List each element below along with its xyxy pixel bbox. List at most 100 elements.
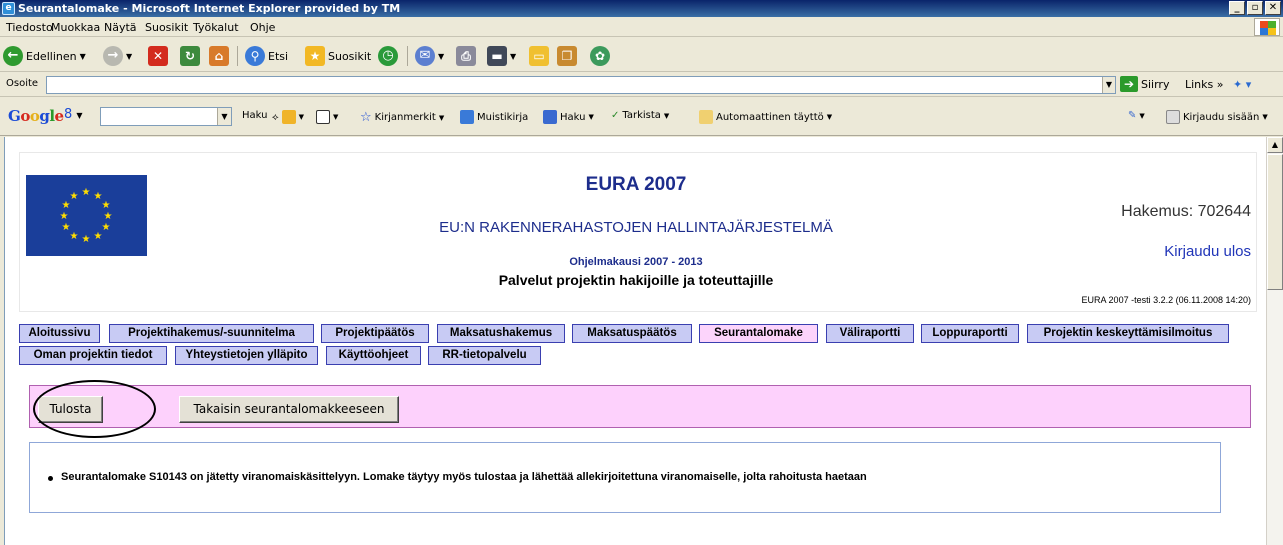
chevron-down-icon: ▼ <box>826 113 833 121</box>
favorites-button[interactable]: ★ Suosikit <box>305 45 371 67</box>
logout-link[interactable]: Kirjaudu ulos <box>1005 243 1251 260</box>
chevron-down-icon: ▼ <box>663 111 670 120</box>
search-tool-button[interactable]: Haku ▼ <box>543 110 594 124</box>
bookmarks-button[interactable]: ☆ Kirjanmerkit ▼ <box>360 110 444 125</box>
google-search-input[interactable]: ▼ <box>100 107 232 126</box>
application-number: Hakemus: 702644 <box>1121 203 1251 220</box>
autofill-button[interactable]: Automaattinen täyttö ▼ <box>699 110 832 124</box>
autofill-icon <box>699 110 713 124</box>
nav-maksatuspaatos[interactable]: Maksatuspäätös <box>572 324 692 343</box>
messenger-icon: ✿ <box>590 46 610 66</box>
mail-icon: ✉ <box>415 46 435 66</box>
svg-text:★: ★ <box>102 200 111 211</box>
page-viewport: ★ ★ ★ ★ ★ ★ ★ ★ ★ ★ ★ ★ EURA 2007 EU:N RAKENNERA… <box>4 137 1266 545</box>
forward-arrow-icon: → <box>103 46 123 66</box>
chevron-down-icon: ▼ <box>1262 113 1268 121</box>
address-label: Osoite <box>6 78 39 89</box>
minimize-button[interactable]: _ <box>1229 1 1245 15</box>
nav-projektipaatos[interactable]: Projektipäätös <box>321 324 429 343</box>
back-button[interactable]: ← Edellinen ▼ <box>3 45 86 67</box>
chevron-down-icon[interactable]: ▼ <box>217 108 231 125</box>
edit-button[interactable]: ▬ ▼ <box>487 45 516 67</box>
scroll-up-icon[interactable]: ▲ <box>1267 137 1283 153</box>
back-to-form-button[interactable]: Takaisin seurantalomakkeeseen <box>179 396 399 423</box>
popup-blocker-button[interactable]: ▼ <box>316 110 338 124</box>
notebook-button[interactable]: Muistikirja <box>460 110 528 124</box>
address-input[interactable] <box>46 76 1116 94</box>
chevron-right-icon: » <box>1216 78 1224 91</box>
printer-icon: ⎙ <box>456 46 476 66</box>
menu-tools[interactable]: Työkalut <box>193 21 239 34</box>
menu-file[interactable]: Tiedosto <box>6 21 53 34</box>
google-toolbar: Google 8 ▼ ▼ Haku ⟡ ▼ ▼ ☆ Kirjanmerkit ▼… <box>0 98 1283 136</box>
links-button[interactable]: Links » ✦ ▾ <box>1185 78 1251 91</box>
nav-loppuraportti[interactable]: Loppuraportti <box>921 324 1019 343</box>
checkbox-icon <box>1166 110 1180 124</box>
wrench-icon: ✎ <box>1128 110 1137 121</box>
arrow-icon: ⟡ <box>272 111 279 123</box>
google-news-button[interactable]: ⟡ ▼ <box>272 110 304 124</box>
menu-edit[interactable]: Muokkaa <box>51 21 100 34</box>
nav-maksatushakemus[interactable]: Maksatushakemus <box>437 324 565 343</box>
go-label: Siirry <box>1141 77 1170 91</box>
spellcheck-icon: ✓ <box>611 110 620 121</box>
vertical-scrollbar[interactable]: ▲ <box>1266 137 1283 545</box>
back-arrow-icon: ← <box>3 46 23 66</box>
spellcheck-button[interactable]: ✓ Tarkista ▼ <box>611 110 669 121</box>
google-search-button[interactable]: Haku <box>242 110 267 121</box>
history-button[interactable]: ◷ <box>378 45 398 67</box>
nav-seurantalomake[interactable]: Seurantalomake <box>699 324 818 343</box>
google-options-button[interactable]: 8 ▼ <box>64 107 83 122</box>
home-button[interactable]: ⌂ <box>209 45 229 67</box>
autofill-label: Automaattinen täyttö <box>716 111 824 123</box>
menu-help[interactable]: Ohje <box>250 21 275 34</box>
refresh-icon: ↻ <box>180 46 200 66</box>
app-title: EURA 2007 <box>585 174 687 195</box>
wrench-button[interactable]: ✎ ▼ <box>1128 110 1145 121</box>
nav-oman-projektin-tiedot[interactable]: Oman projektin tiedot <box>19 346 167 365</box>
stop-button[interactable]: ✕ <box>148 45 168 67</box>
go-button[interactable]: ➔ Siirry <box>1120 76 1169 92</box>
links-label: Links <box>1185 78 1214 91</box>
nav-aloitussivu[interactable]: Aloitussivu <box>19 324 100 343</box>
nav-valiraportti[interactable]: Väliraportti <box>826 324 914 343</box>
edit-icon: ▬ <box>487 46 507 66</box>
chevron-down-icon: ▼ <box>1139 111 1145 120</box>
highlight-circle <box>33 380 156 438</box>
print-button[interactable]: ⎙ <box>456 45 476 67</box>
mail-button[interactable]: ✉ ▼ <box>415 45 444 67</box>
nav-projektihakemus[interactable]: Projektihakemus/-suunnitelma <box>109 324 314 343</box>
signin-button[interactable]: Kirjaudu sisään ▼ <box>1166 110 1268 124</box>
bookmarks-label: Kirjanmerkit <box>374 112 436 123</box>
spellcheck-label: Tarkista <box>622 110 661 121</box>
favorites-label: Suosikit <box>328 49 372 63</box>
folder-button[interactable]: ▭ <box>529 45 549 67</box>
window-title-bar[interactable]: e Seurantalomake - Microsoft Internet Ex… <box>0 0 1283 17</box>
chevron-down-icon: ▼ <box>126 51 133 61</box>
news-icon <box>281 110 296 124</box>
nav-kayttoohjeet[interactable]: Käyttöohjeet <box>326 346 421 365</box>
services-heading: Palvelut projektin hakijoille ja toteutt… <box>498 272 774 288</box>
forward-button[interactable]: → ▼ <box>103 45 132 67</box>
address-dropdown-icon[interactable]: ▼ <box>1102 77 1115 93</box>
signin-label: Kirjaudu sisään <box>1183 111 1260 123</box>
maximize-button[interactable]: ▫ <box>1247 1 1263 15</box>
research-button[interactable]: ❐ <box>557 45 577 67</box>
menu-view[interactable]: Näytä <box>104 21 137 34</box>
status-message-text: Seurantalomake S10143 on jätetty viranom… <box>61 471 867 483</box>
nav-yhteystietojen-yllapito[interactable]: Yhteystietojen ylläpito <box>175 346 318 365</box>
close-button[interactable]: ✕ <box>1265 1 1281 15</box>
nav-rr-tietopalvelu[interactable]: RR-tietopalvelu <box>428 346 541 365</box>
scrollbar-thumb[interactable] <box>1267 154 1283 290</box>
menu-favorites[interactable]: Suosikit <box>145 21 188 34</box>
refresh-button[interactable]: ↻ <box>180 45 200 67</box>
chevron-down-icon: ▼ <box>438 51 445 61</box>
standard-toolbar: ← Edellinen ▼ → ▼ ✕ ↻ ⌂ ⚲ Etsi ★ Suosiki… <box>0 38 1283 72</box>
nav-keskeyttamisilmoitus[interactable]: Projektin keskeyttämisilmoitus <box>1027 324 1229 343</box>
stop-icon: ✕ <box>148 46 168 66</box>
star-outline-icon: ☆ <box>360 110 372 125</box>
search-button[interactable]: ⚲ Etsi <box>245 45 288 67</box>
chevron-down-icon: ▼ <box>510 51 517 61</box>
notebook-icon <box>460 110 474 124</box>
messenger-button[interactable]: ✿ <box>590 45 610 67</box>
